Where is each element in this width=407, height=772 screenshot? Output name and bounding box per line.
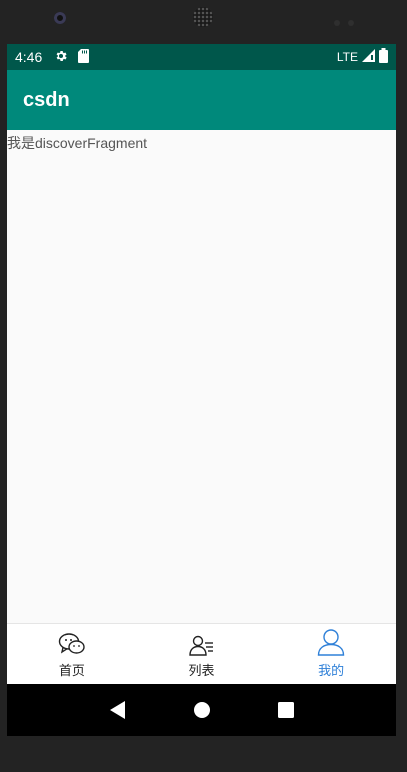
status-time: 4:46 [15, 49, 43, 65]
fragment-content: 我是discoverFragment [7, 130, 396, 623]
bottom-navigation: 首页 列表 我的 [7, 623, 396, 685]
proximity-sensors [334, 13, 362, 31]
app-bar: csdn [7, 70, 396, 130]
fragment-text: 我是discoverFragment [7, 135, 148, 151]
battery-icon [379, 48, 388, 66]
earpiece-speaker [193, 7, 213, 27]
nav-item-home[interactable]: 首页 [7, 624, 137, 685]
gear-icon [54, 49, 68, 66]
network-type: LTE [336, 50, 358, 64]
system-navigation-bar [7, 684, 396, 736]
nav-label-home: 首页 [58, 663, 85, 678]
sd-card-icon [78, 48, 90, 66]
recents-icon[interactable] [277, 702, 294, 718]
app-title: csdn [23, 88, 70, 111]
signal-icon [362, 49, 375, 65]
home-icon[interactable] [193, 702, 210, 718]
nav-item-mine[interactable]: 我的 [266, 624, 396, 685]
device-screen: 4:46 LTE csdn 我是discoverFragment 首页 列表 我… [7, 44, 396, 736]
front-camera [54, 12, 66, 24]
status-bar: 4:46 LTE [7, 44, 396, 70]
nav-item-list[interactable]: 列表 [137, 624, 267, 685]
back-icon[interactable] [109, 701, 126, 719]
nav-label-list: 列表 [188, 663, 215, 678]
user-icon [317, 629, 345, 656]
contact-list-icon [188, 630, 215, 656]
chat-bubbles-icon [58, 630, 86, 656]
nav-label-mine: 我的 [318, 663, 345, 678]
